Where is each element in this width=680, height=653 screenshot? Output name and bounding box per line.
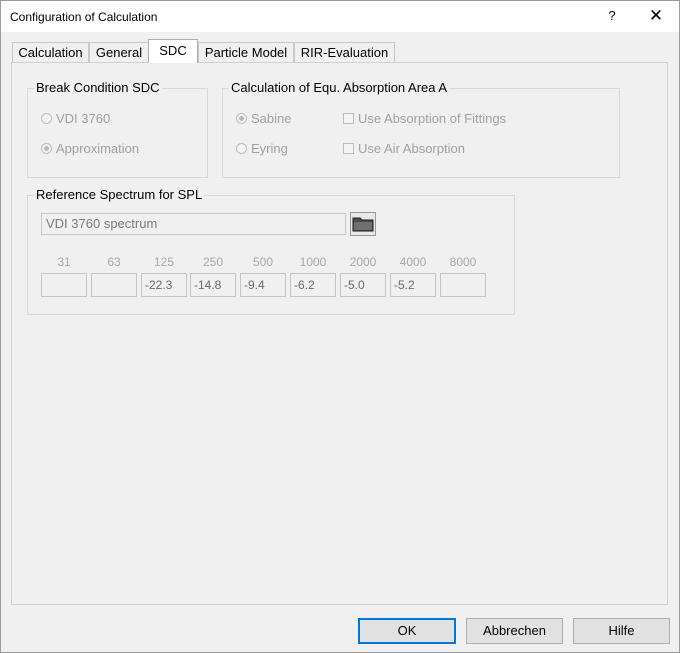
checkbox-indicator	[343, 143, 354, 154]
band-label-8000: 8000	[449, 255, 477, 269]
browse-spectrum-button[interactable]	[350, 212, 376, 236]
band-value-4000[interactable]: -5.2	[390, 273, 436, 297]
dialog-window: Configuration of Calculation ? ✕ Calcula…	[0, 0, 680, 653]
band-value-2000[interactable]: -5.0	[340, 273, 386, 297]
spectrum-name-field[interactable]: VDI 3760 spectrum	[41, 213, 346, 235]
band-value-500[interactable]: -9.4	[240, 273, 286, 297]
band-label-125: 125	[153, 255, 175, 269]
radio-sabine[interactable]: Sabine	[236, 111, 291, 126]
band-value-125[interactable]: -22.3	[141, 273, 187, 297]
band-label-2000: 2000	[349, 255, 377, 269]
checkbox-air-absorption[interactable]: Use Air Absorption	[343, 141, 465, 156]
tab-general[interactable]: General	[89, 42, 149, 62]
radio-vdi-3760[interactable]: VDI 3760	[41, 111, 110, 126]
band-value-250[interactable]: -14.8	[190, 273, 236, 297]
band-label-250: 250	[202, 255, 224, 269]
title-bar: Configuration of Calculation ? ✕	[1, 1, 679, 32]
checkbox-absorption-fittings[interactable]: Use Absorption of Fittings	[343, 111, 506, 126]
radio-indicator	[236, 143, 247, 154]
group-title-reference-spectrum: Reference Spectrum for SPL	[34, 187, 205, 202]
help-icon[interactable]: ?	[605, 7, 619, 25]
tab-particle-model[interactable]: Particle Model	[198, 42, 294, 62]
radio-approximation[interactable]: Approximation	[41, 141, 139, 156]
band-value-8000[interactable]	[440, 273, 486, 297]
band-label-500: 500	[252, 255, 274, 269]
band-label-4000: 4000	[399, 255, 427, 269]
band-label-1000: 1000	[299, 255, 327, 269]
tab-rir-evaluation[interactable]: RIR-Evaluation	[294, 42, 395, 62]
band-label-63: 63	[107, 255, 121, 269]
tab-strip: Calculation General SDC Particle Model R…	[12, 39, 672, 63]
group-title-break-condition: Break Condition SDC	[34, 80, 162, 95]
band-value-1000[interactable]: -6.2	[290, 273, 336, 297]
band-label-31: 31	[57, 255, 71, 269]
ok-button[interactable]: OK	[358, 618, 456, 644]
window-title: Configuration of Calculation	[10, 10, 158, 24]
radio-indicator	[41, 143, 52, 154]
group-reference-spectrum: Reference Spectrum for SPL VDI 3760 spec…	[27, 187, 515, 315]
group-title-absorption-area: Calculation of Equ. Absorption Area A	[229, 80, 450, 95]
group-break-condition: Break Condition SDC VDI 3760 Approximati…	[27, 80, 208, 178]
band-value-31[interactable]	[41, 273, 87, 297]
radio-eyring[interactable]: Eyring	[236, 141, 288, 156]
checkbox-indicator	[343, 113, 354, 124]
close-icon[interactable]: ✕	[645, 6, 667, 26]
tab-panel-sdc: Break Condition SDC VDI 3760 Approximati…	[11, 62, 668, 605]
band-value-63[interactable]	[91, 273, 137, 297]
group-absorption-area: Calculation of Equ. Absorption Area A Sa…	[222, 80, 620, 178]
tab-sdc[interactable]: SDC	[148, 39, 198, 63]
radio-indicator	[236, 113, 247, 124]
help-button[interactable]: Hilfe	[573, 618, 670, 644]
folder-icon	[352, 217, 374, 232]
tab-calculation[interactable]: Calculation	[12, 42, 89, 62]
cancel-button[interactable]: Abbrechen	[466, 618, 563, 644]
radio-indicator	[41, 113, 52, 124]
